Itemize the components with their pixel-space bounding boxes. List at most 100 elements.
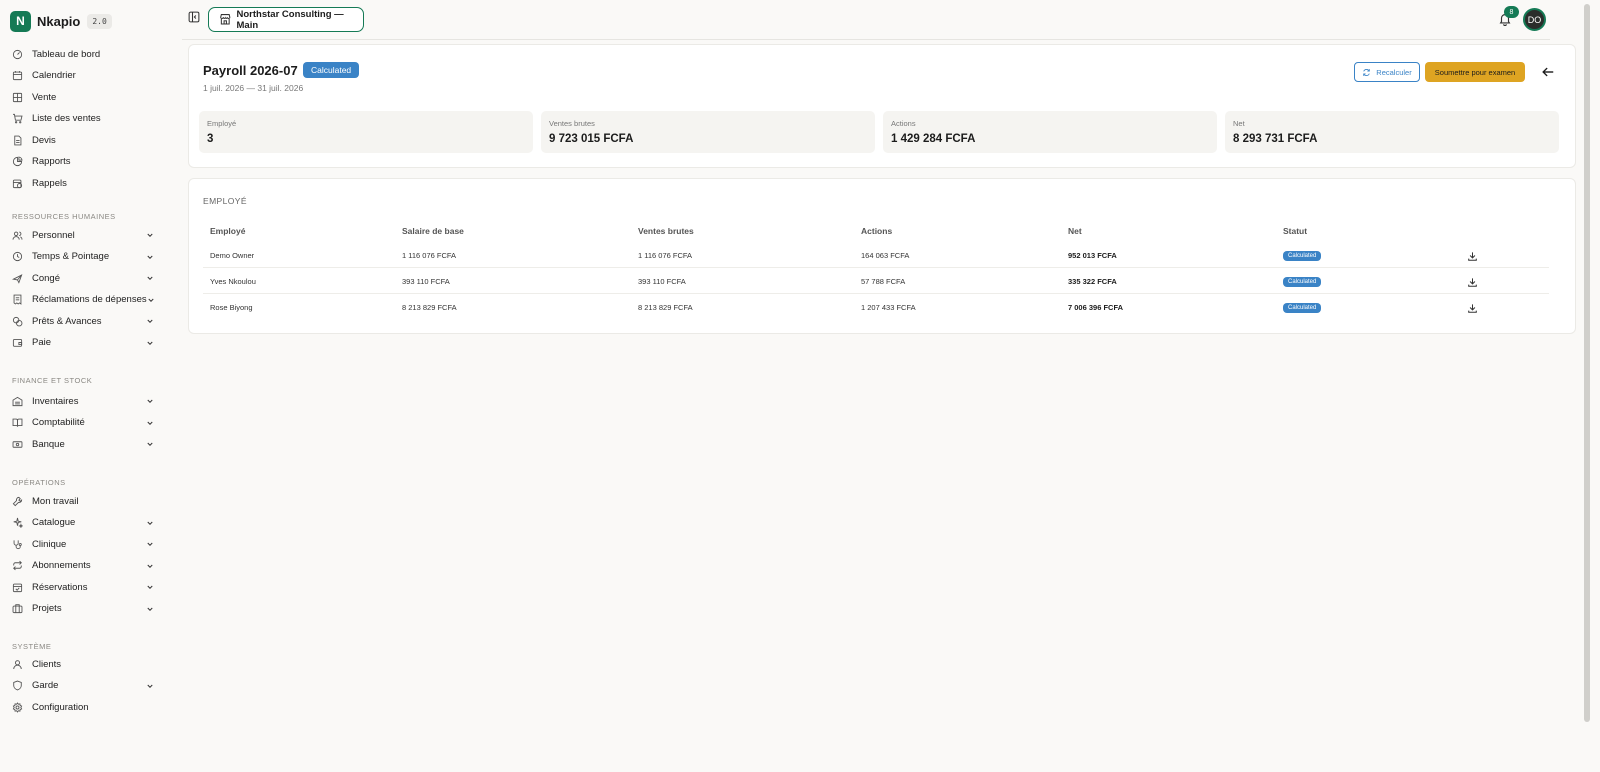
status-badge: Calculated bbox=[1283, 303, 1322, 313]
sidebar-section-title: Finance et stock bbox=[12, 376, 93, 385]
cell-employee: Yves Nkoulou bbox=[210, 277, 256, 286]
sidebar-item-rapports[interactable]: Rapports bbox=[12, 152, 154, 172]
organization-name: Northstar Consulting — Main bbox=[236, 8, 344, 31]
topbar-divider bbox=[182, 39, 1550, 40]
table-row[interactable]: Demo Owner 1 116 076 FCFA 1 116 076 FCFA 16… bbox=[203, 243, 1549, 268]
warehouse-icon bbox=[12, 396, 23, 407]
sidebar-item-tableau-de-bord[interactable]: Tableau de bord bbox=[12, 44, 154, 64]
chevron-down-icon bbox=[146, 562, 154, 570]
sidebar-item-configuration[interactable]: Configuration bbox=[12, 697, 154, 717]
shield-icon bbox=[12, 680, 23, 691]
sidebar-section-title: Système bbox=[12, 642, 52, 651]
banknote-icon bbox=[12, 439, 23, 450]
wallet-icon bbox=[12, 337, 23, 348]
sparkles-icon bbox=[12, 517, 23, 528]
table-row[interactable]: Yves Nkoulou 393 110 FCFA 393 110 FCFA 57 7… bbox=[203, 269, 1549, 294]
sidebar-item-vente[interactable]: Vente bbox=[12, 87, 154, 107]
submit-label: Soumettre pour examen bbox=[1434, 67, 1516, 77]
column-header: Salaire de base bbox=[402, 226, 464, 236]
sidebar-item-garde[interactable]: Garde bbox=[12, 676, 154, 696]
sidebar-item-banque[interactable]: Banque bbox=[12, 434, 154, 454]
cell-employee: Demo Owner bbox=[210, 251, 255, 260]
cell-employee: Rose Biyong bbox=[210, 303, 253, 312]
sidebar-item-reservations[interactable]: Réservations bbox=[12, 577, 154, 597]
repeat-icon bbox=[12, 560, 23, 571]
chevron-down-icon bbox=[146, 397, 154, 405]
sidebar-item-comptabilite[interactable]: Comptabilité bbox=[12, 413, 154, 433]
stat-actions: Actions 1 429 284 FCFA bbox=[883, 111, 1217, 153]
brand[interactable]: N Nkapio 2.0 bbox=[10, 10, 112, 32]
sidebar-toggle-icon[interactable] bbox=[188, 10, 200, 23]
sidebar-item-calendrier[interactable]: Calendrier bbox=[12, 66, 154, 86]
sidebar-item-label: Projets bbox=[32, 603, 62, 614]
download-icon[interactable] bbox=[1467, 275, 1478, 287]
sidebar-item-abonnements[interactable]: Abonnements bbox=[12, 556, 154, 576]
status-badge: Calculated bbox=[1283, 277, 1322, 287]
submit-for-review-button[interactable]: Soumettre pour examen bbox=[1425, 62, 1525, 82]
sidebar-item-rappels[interactable]: Rappels bbox=[12, 173, 154, 193]
recalculate-button[interactable]: Recalculer bbox=[1354, 62, 1420, 82]
book-icon bbox=[12, 417, 23, 428]
sidebar-item-devis[interactable]: Devis bbox=[12, 130, 154, 150]
sidebar-item-prets-avances[interactable]: Prêts & Avances bbox=[12, 311, 154, 331]
sidebar-item-clinique[interactable]: Clinique bbox=[12, 534, 154, 554]
sidebar-item-label: Rapports bbox=[32, 156, 71, 167]
sidebar-item-label: Prêts & Avances bbox=[32, 315, 102, 327]
cell-net: 335 322 FCFA bbox=[1068, 277, 1117, 286]
sidebar-item-label: Clinique bbox=[32, 538, 67, 550]
sidebar-item-label: Réservations bbox=[32, 581, 88, 593]
sidebar-item-label: Comptabilité bbox=[32, 417, 85, 428]
chevron-down-icon bbox=[146, 682, 154, 690]
table-row[interactable]: Rose Biyong 8 213 829 FCFA 8 213 829 FCFA 1… bbox=[203, 295, 1549, 320]
sidebar-item-label: Tableau de bord bbox=[32, 48, 101, 60]
sidebar-item-label: Banque bbox=[32, 438, 65, 450]
sidebar-item-clients[interactable]: Clients bbox=[12, 654, 154, 674]
sidebar-item-label: Paie bbox=[32, 337, 52, 348]
chevron-down-icon bbox=[146, 605, 154, 613]
sidebar: N Nkapio 2.0 Tableau de bord Calendrier Ve… bbox=[0, 0, 162, 772]
sidebar-item-label: Congé bbox=[32, 272, 60, 284]
sidebar-item-projets[interactable]: Projets bbox=[12, 599, 154, 619]
sidebar-item-personnel[interactable]: Personnel bbox=[12, 225, 154, 245]
column-header: Net bbox=[1068, 226, 1082, 236]
stat-gross-sales: Ventes brutes 9 723 015 FCFA bbox=[541, 111, 875, 153]
sidebar-item-conge[interactable]: Congé bbox=[12, 268, 154, 288]
sidebar-item-reclamations-de-depenses[interactable]: Réclamations de dépenses bbox=[12, 290, 154, 310]
chevron-down-icon bbox=[146, 339, 154, 347]
organization-switcher[interactable]: Northstar Consulting — Main bbox=[208, 7, 364, 32]
download-icon[interactable] bbox=[1467, 301, 1478, 313]
stat-label: Ventes brutes bbox=[549, 119, 595, 128]
stat-value: 9 723 015 FCFA bbox=[549, 133, 634, 145]
stat-label: Net bbox=[1233, 119, 1245, 128]
sidebar-section-title: Opérations bbox=[12, 478, 66, 487]
cell-actions: 164 063 FCFA bbox=[861, 251, 910, 260]
stat-value: 3 bbox=[207, 133, 214, 145]
sidebar-item-label: Temps & Pointage bbox=[32, 251, 110, 262]
sidebar-item-label: Réclamations de dépenses bbox=[32, 294, 147, 305]
avatar[interactable]: DO bbox=[1523, 8, 1546, 31]
status-badge: Calculated bbox=[1283, 251, 1322, 261]
receipt-icon bbox=[12, 294, 23, 305]
page-title: Payroll 2026-07 bbox=[203, 63, 298, 78]
sidebar-item-inventaires[interactable]: Inventaires bbox=[12, 391, 154, 411]
stat-employees: Employé 3 bbox=[199, 111, 533, 153]
sidebar-item-temps-pointage[interactable]: Temps & Pointage bbox=[12, 247, 154, 267]
download-icon[interactable] bbox=[1467, 249, 1478, 261]
arrow-left-icon[interactable] bbox=[1541, 65, 1555, 79]
column-header: Statut bbox=[1283, 226, 1308, 236]
sidebar-item-label: Devis bbox=[32, 134, 56, 146]
scrollbar-thumb[interactable] bbox=[1584, 4, 1590, 722]
sidebar-item-liste-des-ventes[interactable]: Liste des ventes bbox=[12, 109, 154, 129]
chevron-down-icon bbox=[146, 519, 154, 527]
sidebar-item-label: Abonnements bbox=[32, 560, 91, 571]
sidebar-item-label: Vente bbox=[32, 91, 57, 103]
pie-chart-icon bbox=[12, 156, 23, 167]
sidebar-item-catalogue[interactable]: Catalogue bbox=[12, 513, 154, 533]
app-name: Nkapio bbox=[37, 13, 81, 29]
stat-value: 8 293 731 FCFA bbox=[1233, 133, 1318, 145]
sidebar-item-mon-travail[interactable]: Mon travail bbox=[12, 491, 154, 511]
sidebar-item-paie[interactable]: Paie bbox=[12, 333, 154, 353]
table-heading: EMPLOYÉ bbox=[203, 196, 247, 206]
users-icon bbox=[12, 230, 23, 241]
chevron-down-icon bbox=[146, 440, 154, 448]
